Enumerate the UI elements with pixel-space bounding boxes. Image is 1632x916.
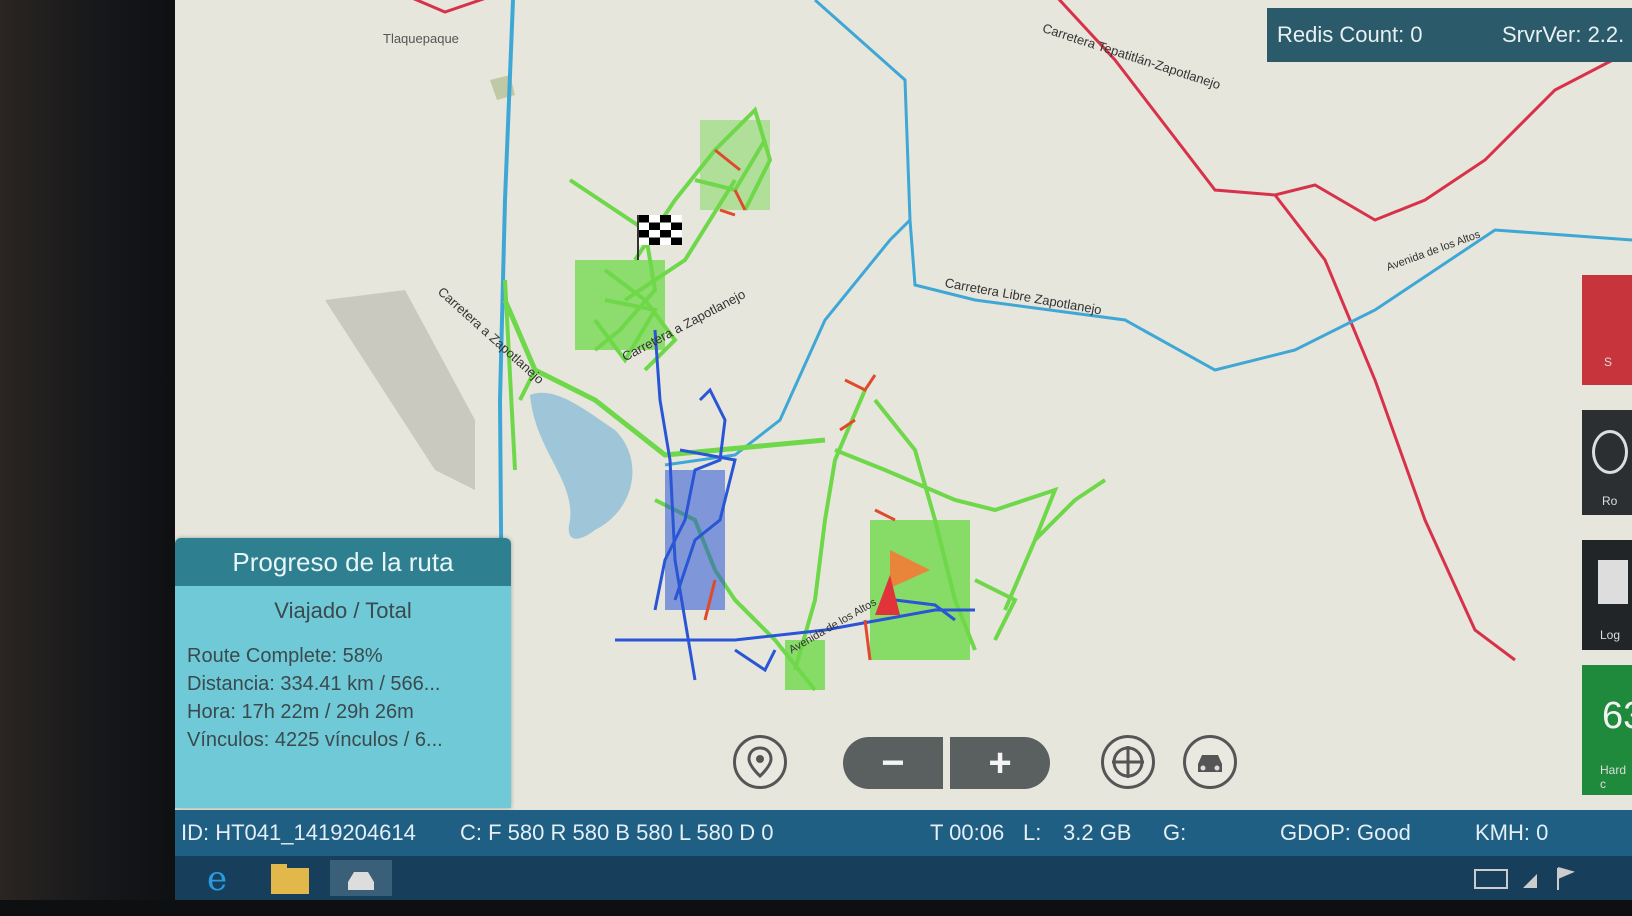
route-distance: Distancia: 334.41 km / 566... [187, 673, 441, 695]
app-screen: Tlaquepaque Carretera Tepatitlán-Zapotla… [175, 0, 1632, 900]
location-button[interactable] [733, 735, 787, 791]
windows-taskbar: e [175, 856, 1632, 900]
memory-value: 3.2 GB [1063, 820, 1132, 845]
side-button-1[interactable]: S [1582, 275, 1632, 385]
route-blue-pending-dense [665, 470, 725, 610]
speed-value: 63 [1602, 695, 1632, 737]
zoom-out-button[interactable]: − [843, 737, 943, 789]
highway-red-nw [412, 0, 485, 14]
server-info-bar: Redis Count: 0 SrvrVer: 2.2. [1267, 8, 1632, 62]
flag-icon[interactable] [1550, 860, 1600, 896]
device-bezel [0, 0, 175, 916]
route-links: Vínculos: 4225 vínculos / 6... [187, 729, 443, 751]
speed-label: Hard c [1600, 763, 1627, 791]
route-time: Hora: 17h 22m / 29h 26m [187, 701, 414, 723]
elapsed-time: T 00:06 [930, 820, 1005, 845]
side-button-3-label: Log [1600, 628, 1621, 642]
route-progress-subtitle: Viajado / Total [274, 598, 412, 623]
redis-count: Redis Count: 0 [1277, 22, 1423, 47]
recenter-button[interactable] [1101, 735, 1155, 791]
route-progress-title: Progreso de la ruta [175, 538, 511, 586]
side-button-2[interactable]: Ro [1582, 410, 1632, 515]
file-explorer-icon[interactable] [265, 860, 315, 896]
svg-text:e: e [207, 860, 227, 896]
server-version: SrvrVer: 2.2. [1502, 22, 1625, 47]
speed-panel: 63 Hard c [1582, 665, 1632, 795]
location-pin-icon [733, 735, 787, 789]
internet-explorer-icon[interactable]: e [197, 859, 247, 899]
navigation-app-icon[interactable] [330, 860, 392, 896]
route-counters: C: F 580 R 580 B 580 L 580 D 0 [460, 820, 774, 845]
gdop-status: GDOP: Good [1280, 820, 1411, 845]
side-button-2-icon [1592, 430, 1628, 474]
car-recenter-icon [1183, 735, 1237, 789]
route-red-segments [703, 148, 896, 661]
crosshair-icon [1101, 735, 1155, 789]
side-button-3[interactable]: Log [1582, 540, 1632, 650]
urban-area [325, 290, 475, 490]
device-bezel-bottom [0, 900, 1632, 916]
speed-kmh: KMH: 0 [1475, 820, 1549, 845]
finish-flag-icon [637, 215, 682, 260]
follow-vehicle-button[interactable] [1183, 735, 1237, 791]
side-button-1-label: S [1604, 355, 1613, 369]
device-id: ID: HT041_1419204614 [181, 820, 416, 845]
memory-label: L: [1023, 820, 1042, 845]
route-progress-panel: Progreso de la ruta Viajado / Total Rout… [175, 538, 511, 808]
place-label: Tlaquepaque [383, 31, 459, 46]
route-complete: Route Complete: 58% [187, 645, 383, 667]
status-bar: ID: HT041_1419204614 C: F 580 R 580 B 58… [175, 810, 1632, 856]
zoom-in-button[interactable]: + [950, 737, 1050, 789]
side-button-2-label: Ro [1602, 494, 1618, 508]
gps-label: G: [1163, 820, 1187, 845]
keyboard-icon[interactable] [1467, 860, 1517, 896]
folder-icon [1598, 560, 1628, 604]
